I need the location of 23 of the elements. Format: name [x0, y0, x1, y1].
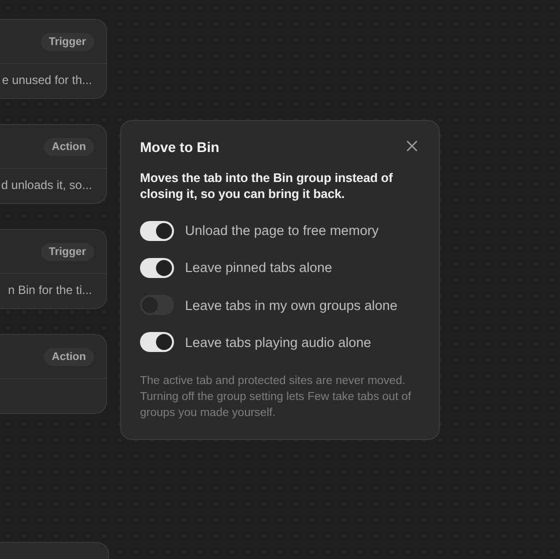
popover-description: Moves the tab into the Bin group instead of closing it, so you can bring it back. [140, 170, 394, 202]
option-label: Unload the page to free memory [185, 223, 379, 238]
toggle-switch[interactable] [140, 332, 174, 352]
node-card[interactable]: Action [0, 334, 107, 414]
option-label: Leave tabs playing audio alone [185, 334, 372, 350]
card-description: n Bin for the ti... [8, 282, 93, 297]
type-badge: Trigger [40, 32, 94, 50]
type-badge: Trigger [40, 242, 94, 260]
card-description: d unloads it, so... [1, 177, 93, 192]
node-card[interactable]: Action d unloads it, so... [0, 124, 107, 204]
type-badge: Action [44, 348, 94, 366]
help-note: The active tab and protected sites are never moved. Turning off the group setting lets Few take tabs out of groups you made yourself. [140, 374, 412, 421]
close-icon [406, 140, 418, 152]
node-card[interactable]: Trigger n Bin for the ti... [0, 229, 107, 309]
node-card[interactable]: Trigger e unused for th... [0, 19, 107, 99]
toggle-switch[interactable] [140, 220, 174, 241]
toggle-switch[interactable] [140, 258, 174, 278]
option-label: Leave tabs in my own groups alone [185, 298, 398, 313]
card-description: e unused for th... [2, 72, 93, 87]
close-button[interactable] [406, 140, 420, 154]
popover-title: Move to Bin [140, 139, 220, 155]
type-badge: Action [44, 138, 94, 156]
option-label: Leave pinned tabs alone [185, 260, 332, 276]
